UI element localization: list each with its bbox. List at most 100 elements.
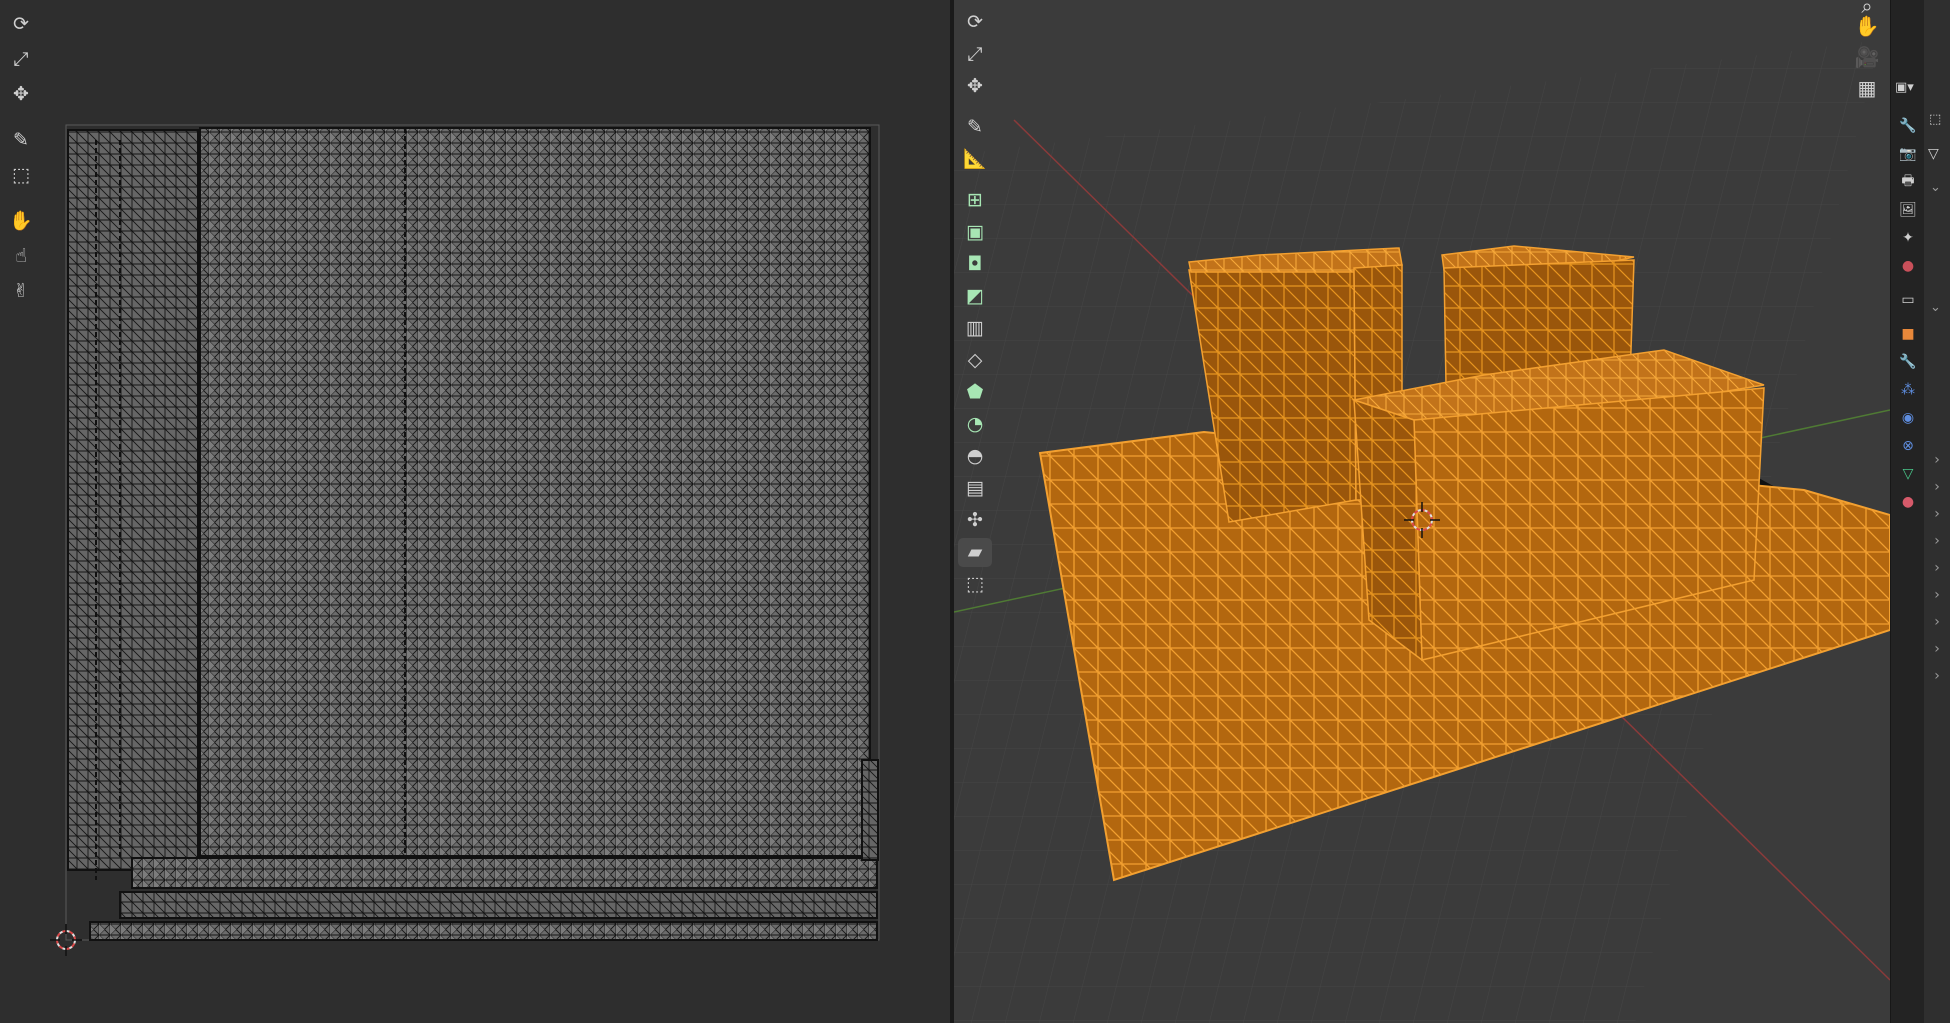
tab-render[interactable]: 📷 (1894, 142, 1922, 166)
scale-tool[interactable]: ⤢ (4, 43, 38, 75)
pinch-hand-icon: ✌ (13, 279, 29, 302)
editor-type-dropdown[interactable]: ▣▾ (1895, 80, 1921, 100)
panel-collapse-icon[interactable]: ⌄ (1930, 180, 1941, 195)
pin-icon[interactable]: ⬚ (1929, 112, 1945, 128)
panel-expand-icon[interactable]: › (1929, 639, 1945, 659)
measure-tool[interactable]: 📐 (958, 145, 992, 174)
object-icon: ■ (1901, 326, 1915, 342)
poly-build-icon: ⬟ (966, 381, 984, 403)
bevel-tool[interactable]: ◩ (958, 282, 992, 311)
edge-slide-tool[interactable]: ▤ (958, 474, 992, 503)
grid-icon: ▦ (1857, 76, 1877, 100)
hand-icon: ✋ (1854, 14, 1880, 38)
panel-expand-icon[interactable]: › (1929, 666, 1945, 686)
tab-constraints[interactable]: ⊗ (1894, 434, 1922, 458)
viewport-toolbar: ⟳ ⤢ ✥ ✎ 📐 ⊞ ▣ ◘ ◩ ▥ ◇ ⬟ ◔ ◓ ▤ ✣ ▰ ⬚ (958, 8, 992, 599)
pan-button[interactable]: ✋ (1852, 12, 1882, 40)
uv-island-strip-1[interactable] (131, 857, 878, 889)
panel-expand-icon[interactable]: › (1929, 477, 1945, 497)
tab-scene[interactable]: ✦ (1894, 226, 1922, 250)
grab-hand-icon: ✋ (9, 209, 33, 232)
relax-hand-icon: ☝ (15, 244, 27, 267)
panel-expand-icon[interactable]: › (1929, 531, 1945, 551)
tab-world[interactable]: ● (1894, 254, 1922, 278)
knife-icon: ◇ (967, 349, 983, 371)
printer-icon: 🖶 (1901, 173, 1915, 189)
scale-icon: ⤢ (13, 47, 29, 70)
uv-island-main[interactable] (199, 127, 871, 857)
collection-icon: ▭ (1901, 292, 1915, 308)
panel-expand-icon[interactable]: › (1929, 504, 1945, 524)
rotate-icon: ⟳ (13, 12, 29, 35)
annotate-icon: ✎ (13, 128, 29, 151)
tab-collection[interactable]: ▭ (1894, 288, 1922, 312)
properties-panel[interactable]: ⬚ ▽ ⌄ ⌄ › › › › › › › › › (1924, 0, 1950, 1023)
panel-expand-icon[interactable]: › (1929, 585, 1945, 605)
tab-particles[interactable]: ⁂ (1894, 378, 1922, 402)
world-icon: ● (1901, 258, 1915, 274)
shrink-fatten-tool[interactable]: ✣ (958, 506, 992, 535)
uv-toolbar: ⟳ ⤢ ✥ ✎ ⬚ ✋ ☝ ✌ (4, 8, 38, 307)
tab-output[interactable]: 🖶 (1894, 170, 1922, 194)
uv-editor[interactable]: ⟳ ⤢ ✥ ✎ ⬚ ✋ ☝ ✌ (0, 0, 950, 1023)
annotate-tool[interactable]: ✎ (4, 124, 38, 156)
properties-tab-bar: ▣▾ 🔧 📷 🖶 🖼 ✦ ● ▭ ■ 🔧 ⁂ ◉ ⊗ ▽ ● (1890, 0, 1925, 1023)
panel-expand-icon[interactable]: › (1929, 450, 1945, 470)
uv-island-strip-3[interactable] (89, 921, 878, 941)
loop-cut-icon: ▥ (966, 317, 984, 339)
tool-icon: 🔧 (1899, 118, 1917, 134)
perspective-toggle-button[interactable]: ▦ (1852, 74, 1882, 102)
uv-canvas[interactable] (0, 0, 950, 1023)
shear-icon: ▰ (967, 541, 983, 563)
scene-icon: ✦ (1902, 230, 1914, 246)
tab-view-layer[interactable]: 🖼 (1894, 198, 1922, 222)
rotate-tool[interactable]: ⟳ (4, 8, 38, 40)
tab-modifiers[interactable]: 🔧 (1894, 350, 1922, 374)
smooth-tool[interactable]: ◓ (958, 442, 992, 471)
add-cube-tool[interactable]: ⊞ (958, 186, 992, 215)
relax-tool[interactable]: ☝ (4, 240, 38, 272)
panel-collapse-icon[interactable]: ⌄ (1930, 300, 1941, 315)
material-icon: ● (1901, 494, 1915, 510)
poly-build-tool[interactable]: ⬟ (958, 378, 992, 407)
rip-region-tool[interactable]: ⬚ (958, 570, 992, 599)
tab-object[interactable]: ■ (1894, 322, 1922, 346)
mesh-data-icon: ▽ (1928, 146, 1939, 162)
uv-island-left[interactable] (67, 129, 199, 871)
extrude-icon: ▣ (966, 221, 984, 243)
smooth-icon: ◓ (966, 445, 984, 467)
3d-viewport[interactable]: ⟳ ⤢ ✥ ✎ 📐 ⊞ ▣ ◘ ◩ ▥ ◇ ⬟ ◔ ◓ ▤ ✣ ▰ ⬚ ⌕ ✋ 🎥 ▦ (954, 0, 1890, 1023)
transform-icon: ✥ (967, 75, 983, 97)
loop-cut-tool[interactable]: ▥ (958, 314, 992, 343)
tab-physics[interactable]: ◉ (1894, 406, 1922, 430)
shear-tool[interactable]: ▰ (958, 538, 992, 567)
tab-material[interactable]: ● (1894, 490, 1922, 514)
tab-tool[interactable]: 🔧 (1894, 114, 1922, 138)
uv-island-strip-2[interactable] (119, 891, 878, 919)
render-icon: 📷 (1899, 146, 1917, 162)
grab-tool[interactable]: ✋ (4, 205, 38, 237)
transform-tool[interactable]: ✥ (4, 78, 38, 110)
rip-icon: ⬚ (966, 573, 984, 595)
inset-tool[interactable]: ◘ (958, 250, 992, 279)
spin-tool[interactable]: ◔ (958, 410, 992, 439)
uv-island-right-edge[interactable] (861, 759, 879, 861)
annotate-tool[interactable]: ✎ (958, 113, 992, 142)
rotate-tool[interactable]: ⟳ (958, 8, 992, 37)
scale-icon: ⤢ (967, 43, 983, 65)
pinch-tool[interactable]: ✌ (4, 275, 38, 307)
bevel-icon: ◩ (966, 285, 984, 307)
rip-region-tool[interactable]: ⬚ (4, 159, 38, 191)
scale-tool[interactable]: ⤢ (958, 40, 992, 69)
spin-icon: ◔ (966, 413, 984, 435)
knife-tool[interactable]: ◇ (958, 346, 992, 375)
transform-tool[interactable]: ✥ (958, 72, 992, 101)
camera-view-button[interactable]: 🎥 (1852, 43, 1882, 71)
viewport-canvas[interactable] (954, 0, 1890, 1023)
panel-expand-icon[interactable]: › (1929, 612, 1945, 632)
edge-slide-icon: ▤ (966, 477, 984, 499)
panel-expand-icon[interactable]: › (1929, 558, 1945, 578)
tab-data[interactable]: ▽ (1894, 462, 1922, 486)
extrude-tool[interactable]: ▣ (958, 218, 992, 247)
rotate-icon: ⟳ (967, 11, 983, 33)
